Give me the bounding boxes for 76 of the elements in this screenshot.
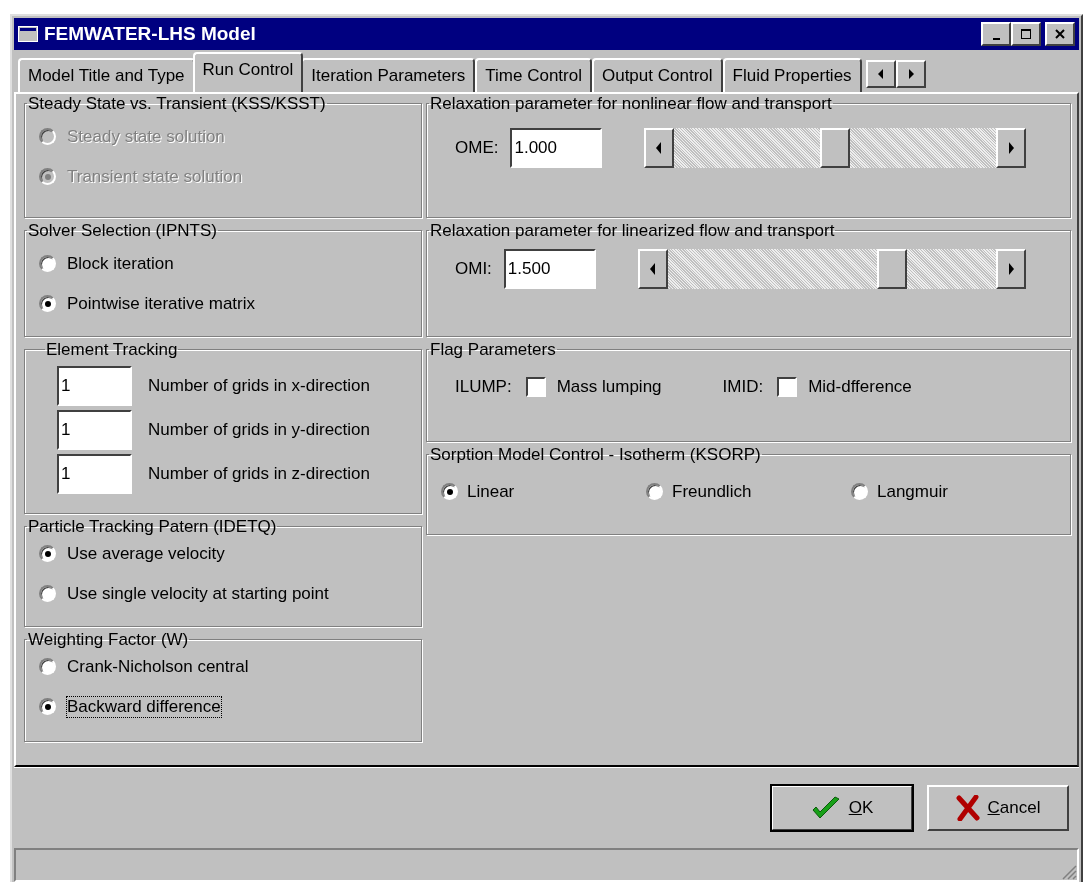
option-label: Langmuir — [876, 480, 949, 503]
radio-button[interactable] — [441, 483, 458, 501]
radio-button[interactable] — [39, 295, 56, 313]
group-title: Flag Parameters — [429, 339, 557, 360]
option-label: Backward difference — [66, 695, 222, 718]
radio-button[interactable] — [39, 255, 56, 273]
option-label: Steady state solution — [66, 125, 226, 148]
option-label: Use single velocity at starting point — [66, 582, 330, 605]
radio-button[interactable] — [39, 698, 56, 716]
option-label: Freundlich — [671, 480, 753, 503]
window-icon — [18, 26, 38, 42]
option-label: Transient state solution — [66, 165, 244, 188]
radio-button[interactable] — [646, 483, 663, 501]
slider-thumb[interactable] — [820, 127, 851, 168]
cancel-button[interactable]: Cancel — [927, 785, 1069, 832]
tab[interactable]: Time Control — [475, 57, 592, 92]
scroll-left-button[interactable] — [865, 59, 896, 88]
checkbox[interactable] — [525, 376, 546, 397]
scroll-right-button[interactable] — [895, 59, 926, 88]
field-label: OME: — [455, 137, 499, 158]
number-field[interactable]: 1 — [57, 409, 132, 450]
radio-button[interactable] — [39, 585, 56, 603]
field-label: IMID: — [722, 376, 764, 397]
field-label: Number of grids in x-direction — [148, 375, 371, 396]
decrease-button[interactable] — [637, 248, 668, 289]
close-icon — [1054, 28, 1066, 40]
close-button[interactable] — [1045, 22, 1075, 46]
group-title: Particle Tracking Patern (IDETQ) — [27, 516, 278, 537]
group-title: Steady State vs. Transient (KSS/KSST) — [27, 93, 327, 114]
number-field[interactable]: 1 — [57, 453, 132, 494]
option-label: Mid-dfference — [807, 375, 913, 398]
right-arrow-icon — [1007, 141, 1015, 154]
field-label: Number of grids in z-direction — [148, 463, 371, 484]
tab[interactable]: Output Control — [591, 57, 723, 92]
option-label: Use average velocity — [66, 542, 226, 565]
tab[interactable]: Model Title and Type — [18, 57, 195, 92]
left-arrow-icon — [876, 68, 885, 79]
value-field[interactable]: 1.500 — [503, 248, 596, 289]
option-label: Mass lumping — [555, 375, 663, 398]
minimize-button[interactable] — [981, 22, 1011, 46]
number-field[interactable]: 1 — [57, 365, 132, 406]
option-label: Linear — [466, 480, 516, 503]
right-arrow-icon — [906, 68, 915, 79]
field-label: ILUMP: — [455, 376, 512, 397]
field-label: OMI: — [455, 258, 492, 279]
group-title: Solver Selection (IPNTS) — [27, 220, 218, 241]
decrease-button[interactable] — [644, 127, 675, 168]
radio-button[interactable] — [851, 483, 868, 501]
group-title: Relaxation parameter for linearized flow and transport — [429, 220, 836, 241]
increase-button[interactable] — [996, 248, 1026, 289]
group-title: Element Tracking — [45, 339, 179, 360]
maximize-button[interactable] — [1011, 22, 1041, 46]
increase-button[interactable] — [996, 127, 1026, 168]
ok-button[interactable]: OK — [771, 785, 913, 832]
group-title: Relaxation parameter for nonlinear flow and transport — [429, 93, 833, 114]
group-title: Weighting Factor (W) — [27, 629, 190, 650]
left-arrow-icon — [648, 262, 657, 275]
tab[interactable]: Run Control — [192, 51, 304, 92]
left-arrow-icon — [655, 141, 664, 154]
value-field[interactable]: 1.000 — [510, 127, 603, 168]
group-title: Sorption Model Control - Isotherm (KSORP) — [429, 444, 762, 465]
right-arrow-icon — [1007, 262, 1015, 275]
field-label: Number of grids in y-direction — [148, 419, 371, 440]
option-label: Pointwise iterative matrix — [66, 292, 256, 315]
slider-thumb[interactable] — [876, 248, 907, 289]
x-icon — [955, 795, 980, 822]
checkbox[interactable] — [777, 376, 798, 397]
window-title: FEMWATER-LHS Model — [44, 23, 257, 45]
option-label: Crank-Nicholson central — [66, 655, 250, 678]
maximize-icon — [1020, 28, 1032, 40]
tab[interactable]: Iteration Parameters — [301, 57, 476, 92]
radio-button[interactable] — [39, 545, 56, 563]
radio-button[interactable] — [39, 658, 56, 676]
tab[interactable]: Fluid Properties — [722, 57, 862, 92]
option-label: Block iteration — [66, 252, 175, 275]
minimize-icon — [992, 38, 1000, 40]
